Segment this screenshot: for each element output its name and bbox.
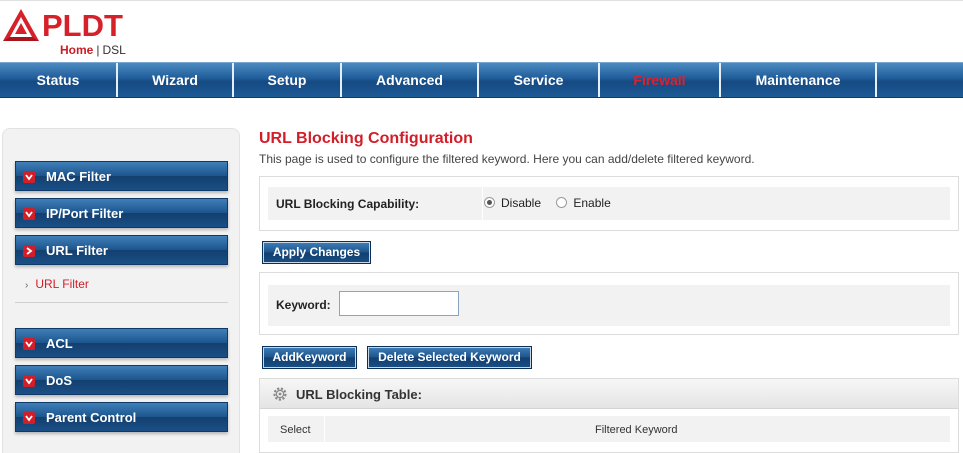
capability-panel: URL Blocking Capability: Disable Enable — [259, 176, 959, 231]
submenu-url-filter[interactable]: › URL Filter — [25, 277, 89, 291]
delete-selected-keyword-button[interactable]: Delete Selected Keyword — [367, 346, 532, 369]
chevron-down-icon — [23, 338, 35, 350]
nav-wizard[interactable]: Wizard — [118, 63, 234, 97]
capability-label: URL Blocking Capability: — [276, 197, 420, 211]
sidebar: MAC Filter IP/Port Filter URL Filter › UR… — [2, 128, 240, 453]
table-column-header-row: Select Filtered Keyword — [268, 416, 950, 442]
row-divider — [482, 187, 483, 220]
sidebar-item-url-filter[interactable]: URL Filter — [15, 235, 228, 265]
table-title: URL Blocking Table: — [296, 387, 422, 402]
chevron-down-icon — [23, 412, 35, 424]
bullet-icon: › — [25, 280, 29, 291]
keyword-input[interactable] — [339, 291, 459, 316]
column-divider — [324, 416, 325, 442]
page-description: This page is used to configure the filte… — [259, 152, 755, 166]
sidebar-divider — [15, 302, 228, 303]
disable-radio[interactable] — [484, 197, 495, 208]
column-filtered-keyword: Filtered Keyword — [595, 424, 678, 436]
sidebar-item-parent-control[interactable]: Parent Control — [15, 402, 228, 432]
keyword-panel: Keyword: — [259, 272, 959, 335]
sidebar-item-label: MAC Filter — [46, 169, 111, 184]
nav-status[interactable]: Status — [0, 63, 118, 97]
sidebar-item-label: IP/Port Filter — [46, 206, 124, 221]
pldt-logo-icon — [3, 9, 39, 41]
main-nav: Status Wizard Setup Advanced Service Fir… — [0, 62, 963, 98]
router-admin-page: PLDT Home | DSL Status Wizard Setup Advanc… — [0, 0, 963, 453]
enable-radio-label[interactable]: Enable — [573, 196, 610, 210]
brand-subtitle: Home | DSL — [60, 43, 126, 57]
add-keyword-button[interactable]: AddKeyword — [262, 346, 357, 369]
brand-sub-dsl: DSL — [102, 43, 126, 57]
disable-radio-label[interactable]: Disable — [501, 196, 541, 210]
brand-sub-sep: | — [96, 43, 100, 57]
keyword-label: Keyword: — [276, 298, 331, 312]
sidebar-item-mac-filter[interactable]: MAC Filter — [15, 161, 228, 191]
column-select: Select — [280, 424, 311, 436]
table-header: URL Blocking Table: — [260, 379, 958, 409]
nav-advanced[interactable]: Advanced — [342, 63, 479, 97]
keyword-row: Keyword: — [268, 285, 950, 326]
capability-radio-group: Disable Enable — [484, 196, 623, 210]
sidebar-item-ip-port-filter[interactable]: IP/Port Filter — [15, 198, 228, 228]
brand-name: PLDT — [42, 8, 123, 43]
chevron-right-icon — [23, 245, 35, 257]
nav-firewall[interactable]: Firewall — [600, 63, 721, 97]
sidebar-item-dos[interactable]: DoS — [15, 365, 228, 395]
chevron-down-icon — [23, 171, 35, 183]
nav-service[interactable]: Service — [479, 63, 600, 97]
header: PLDT Home | DSL — [0, 0, 963, 62]
brand-sub-home: Home — [60, 43, 94, 57]
page-title: URL Blocking Configuration — [259, 130, 473, 147]
url-blocking-table-panel: URL Blocking Table: Select Filtered Keyw… — [259, 378, 959, 453]
sidebar-item-label: ACL — [46, 336, 73, 351]
chevron-down-icon — [23, 375, 35, 387]
apply-changes-button[interactable]: Apply Changes — [262, 241, 371, 264]
enable-radio[interactable] — [556, 197, 568, 208]
nav-setup[interactable]: Setup — [234, 63, 342, 97]
capability-row: URL Blocking Capability: Disable Enable — [268, 187, 950, 220]
sidebar-item-label: URL Filter — [46, 243, 108, 258]
sidebar-item-label: DoS — [46, 373, 72, 388]
gear-icon — [273, 387, 287, 401]
submenu-label: URL Filter — [35, 277, 89, 291]
sidebar-item-acl[interactable]: ACL — [15, 328, 228, 358]
sidebar-item-label: Parent Control — [46, 410, 137, 425]
pldt-logo[interactable]: PLDT Home | DSL — [2, 6, 142, 60]
nav-maintenance[interactable]: Maintenance — [721, 63, 877, 97]
chevron-down-icon — [23, 208, 35, 220]
